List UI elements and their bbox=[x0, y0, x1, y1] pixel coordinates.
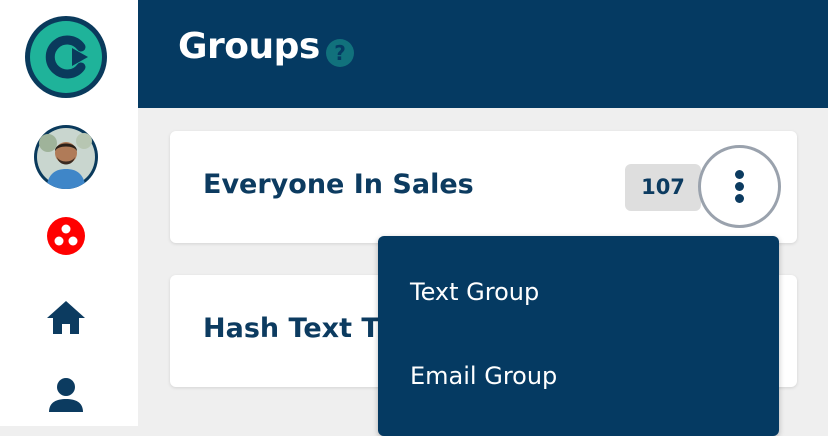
avatar[interactable] bbox=[34, 125, 98, 189]
kebab-dot-icon bbox=[735, 194, 744, 203]
menu-item-text-group[interactable]: Text Group bbox=[410, 278, 539, 306]
groups-icon[interactable] bbox=[46, 216, 86, 256]
kebab-dot-icon bbox=[735, 170, 744, 179]
page-header: Groups ? bbox=[138, 0, 828, 108]
group-options-menu: Text Group Email Group bbox=[378, 236, 779, 436]
group-card[interactable]: Everyone In Sales 107 bbox=[170, 131, 797, 243]
menu-item-email-group[interactable]: Email Group bbox=[410, 362, 557, 390]
kebab-dot-icon bbox=[735, 182, 744, 191]
more-options-button[interactable] bbox=[698, 145, 781, 228]
home-icon[interactable] bbox=[46, 297, 86, 337]
group-name: Everyone In Sales bbox=[203, 169, 474, 200]
help-icon[interactable]: ? bbox=[326, 39, 354, 67]
logo-icon[interactable] bbox=[25, 16, 107, 98]
page-title: Groups bbox=[178, 26, 320, 67]
group-name: Hash Text T bbox=[203, 313, 380, 344]
sidebar bbox=[0, 0, 138, 426]
member-count-badge: 107 bbox=[625, 164, 701, 211]
person-icon[interactable] bbox=[46, 376, 86, 416]
